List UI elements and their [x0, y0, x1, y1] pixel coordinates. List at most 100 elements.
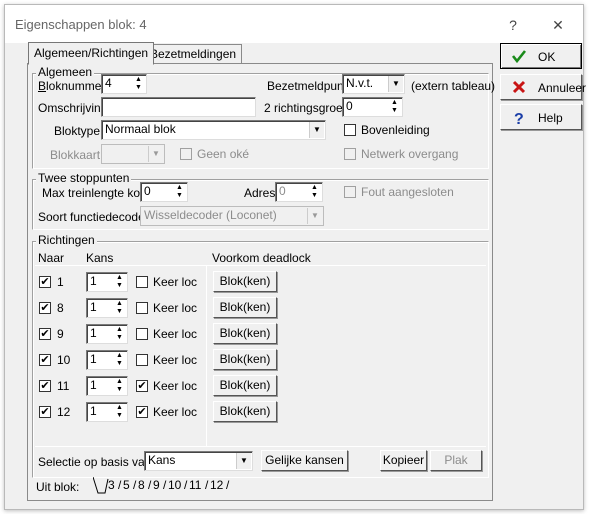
- kans-input[interactable]: 1 ▲ ▼: [86, 376, 128, 396]
- kans-input[interactable]: 1 ▲ ▼: [86, 350, 128, 370]
- uit-blok-tab[interactable]: 3: [107, 478, 116, 494]
- bloknummer-spin[interactable]: ▲ ▼: [132, 76, 145, 92]
- bovenleiding-label: Bovenleiding: [361, 123, 430, 137]
- kopieer-button[interactable]: Kopieer: [380, 450, 427, 471]
- uit-blok-tab[interactable]: 10: [167, 478, 182, 494]
- adres-input[interactable]: 0 ▲ ▼: [275, 182, 323, 202]
- max-treinlengte-input[interactable]: 0 ▲ ▼: [140, 182, 188, 202]
- keer-loc-checkbox[interactable]: ✔: [136, 380, 148, 392]
- svg-text:?: ?: [514, 111, 524, 125]
- bovenleiding-checkbox[interactable]: [344, 124, 356, 136]
- bloktype-select[interactable]: Normaal blok ▼: [101, 120, 326, 140]
- bloknummer-input[interactable]: 4 ▲ ▼: [101, 74, 147, 94]
- stoppunten-group-label: Twee stoppunten: [36, 171, 132, 185]
- extern-tableau-note: (extern tableau): [411, 79, 496, 93]
- bloktype-label: Bloktype: [54, 124, 101, 138]
- omschrijving-label: Omschrijving: [38, 101, 108, 115]
- help-button[interactable]: ? Help: [500, 104, 582, 130]
- naar-checkbox[interactable]: ✔: [39, 354, 51, 366]
- uit-blok-tab[interactable]: 9: [152, 478, 161, 494]
- kans-spin[interactable]: ▲ ▼: [113, 378, 126, 394]
- gelijke-kansen-button[interactable]: Gelijke kansen: [261, 450, 348, 471]
- col-kans-header: Kans: [86, 251, 114, 265]
- geen-oke-label: Geen oké: [197, 147, 250, 161]
- chevron-down-icon[interactable]: ▼: [309, 122, 324, 138]
- chevron-down-icon[interactable]: ▼: [307, 208, 322, 224]
- keer-loc-checkbox[interactable]: [136, 354, 148, 366]
- bloknummer-label: Bloknummer: [38, 79, 106, 93]
- kans-spin[interactable]: ▲ ▼: [113, 300, 126, 316]
- naar-checkbox[interactable]: ✔: [39, 302, 51, 314]
- naar-value: 10: [57, 353, 71, 367]
- kans-spin[interactable]: ▲ ▼: [113, 352, 126, 368]
- blokken-button[interactable]: Blok(ken): [213, 323, 277, 344]
- kans-input[interactable]: 1 ▲ ▼: [86, 402, 128, 422]
- keer-loc-checkbox[interactable]: [136, 276, 148, 288]
- blokken-button[interactable]: Blok(ken): [213, 401, 277, 422]
- uit-blok-tab[interactable]: 8: [137, 478, 146, 494]
- selectie-label: Selectie op basis van: [38, 455, 152, 469]
- chevron-down-icon[interactable]: ▼: [388, 76, 403, 92]
- column-divider: [206, 266, 207, 446]
- naar-value: 1: [57, 275, 64, 289]
- blokken-button[interactable]: Blok(ken): [213, 297, 277, 318]
- col-voorkom-header: Voorkom deadlock: [212, 251, 311, 265]
- tab-algemeen-richtingen[interactable]: Algemeen/Richtingen: [28, 42, 155, 65]
- cancel-x-icon: [512, 80, 526, 94]
- naar-value: 12: [57, 405, 71, 419]
- tab-bezetmeldingen[interactable]: Bezetmeldingen: [144, 44, 243, 63]
- geen-oke-checkbox[interactable]: [180, 148, 192, 160]
- help-title-button[interactable]: ?: [498, 13, 528, 37]
- kans-input[interactable]: 1 ▲ ▼: [86, 272, 128, 292]
- richtingsgroep-spin[interactable]: ▲ ▼: [388, 99, 401, 115]
- ok-button[interactable]: OK: [500, 43, 582, 69]
- bezetmeldpunt-select[interactable]: N.v.t. ▼: [342, 74, 405, 94]
- blokken-button[interactable]: Blok(ken): [213, 271, 277, 292]
- kans-input[interactable]: 1 ▲ ▼: [86, 324, 128, 344]
- max-treinlengte-spin[interactable]: ▲ ▼: [173, 184, 186, 200]
- keer-loc-label: Keer loc: [153, 327, 198, 341]
- soort-functiedecoder-label: Soort functiedecoder: [38, 210, 149, 224]
- uit-blok-tab[interactable]: 11: [188, 478, 202, 494]
- keer-loc-checkbox[interactable]: ✔: [136, 406, 148, 418]
- netwerk-overgang-checkbox[interactable]: [344, 148, 356, 160]
- uit-blok-tab[interactable]: 12: [209, 478, 224, 494]
- blokken-button[interactable]: Blok(ken): [213, 375, 277, 396]
- close-button[interactable]: ✕: [543, 13, 573, 37]
- footer-divider: [35, 446, 486, 447]
- tab-divider: /: [226, 478, 230, 492]
- plak-button[interactable]: Plak: [430, 450, 482, 471]
- chevron-down-icon[interactable]: ▼: [148, 146, 163, 162]
- annuleer-button[interactable]: Annuleer: [500, 74, 586, 100]
- naar-checkbox[interactable]: ✔: [39, 328, 51, 340]
- blokkaart-select[interactable]: ▼: [101, 144, 165, 164]
- richtingen-group-label: Richtingen: [36, 233, 97, 247]
- selectie-select[interactable]: Kans ▼: [144, 451, 253, 471]
- omschrijving-input[interactable]: [101, 97, 256, 117]
- blokken-button[interactable]: Blok(ken): [213, 349, 277, 370]
- netwerk-overgang-label: Netwerk overgang: [361, 147, 459, 161]
- kans-input[interactable]: 1 ▲ ▼: [86, 298, 128, 318]
- naar-checkbox[interactable]: ✔: [39, 380, 51, 392]
- kans-spin[interactable]: ▲ ▼: [113, 274, 126, 290]
- fout-aangesloten-checkbox[interactable]: [344, 186, 356, 198]
- adres-spin[interactable]: ▲ ▼: [308, 184, 321, 200]
- title-bar: Eigenschappen blok: 4 ? ✕: [5, 5, 583, 43]
- keer-loc-checkbox[interactable]: [136, 328, 148, 340]
- fout-aangesloten-label: Fout aangesloten: [361, 185, 454, 199]
- richtingsgroep-input[interactable]: 0 ▲ ▼: [342, 97, 403, 117]
- chevron-down-icon[interactable]: ▼: [236, 453, 251, 469]
- soort-functiedecoder-select[interactable]: Wisseldecoder (Loconet) ▼: [140, 206, 324, 226]
- dialog-window: Eigenschappen blok: 4 ? ✕ Algemeen/Richt…: [4, 4, 586, 510]
- algemeen-group-label: Algemeen: [36, 65, 95, 79]
- keer-loc-checkbox[interactable]: [136, 302, 148, 314]
- naar-checkbox[interactable]: ✔: [39, 406, 51, 418]
- uit-blok-tab[interactable]: 5: [122, 478, 131, 494]
- kans-spin[interactable]: ▲ ▼: [113, 404, 126, 420]
- naar-checkbox[interactable]: ✔: [39, 276, 51, 288]
- naar-value: 9: [57, 327, 64, 341]
- check-icon: [511, 50, 527, 64]
- kans-spin[interactable]: ▲ ▼: [113, 326, 126, 342]
- keer-loc-label: Keer loc: [153, 301, 198, 315]
- naar-value: 8: [57, 301, 64, 315]
